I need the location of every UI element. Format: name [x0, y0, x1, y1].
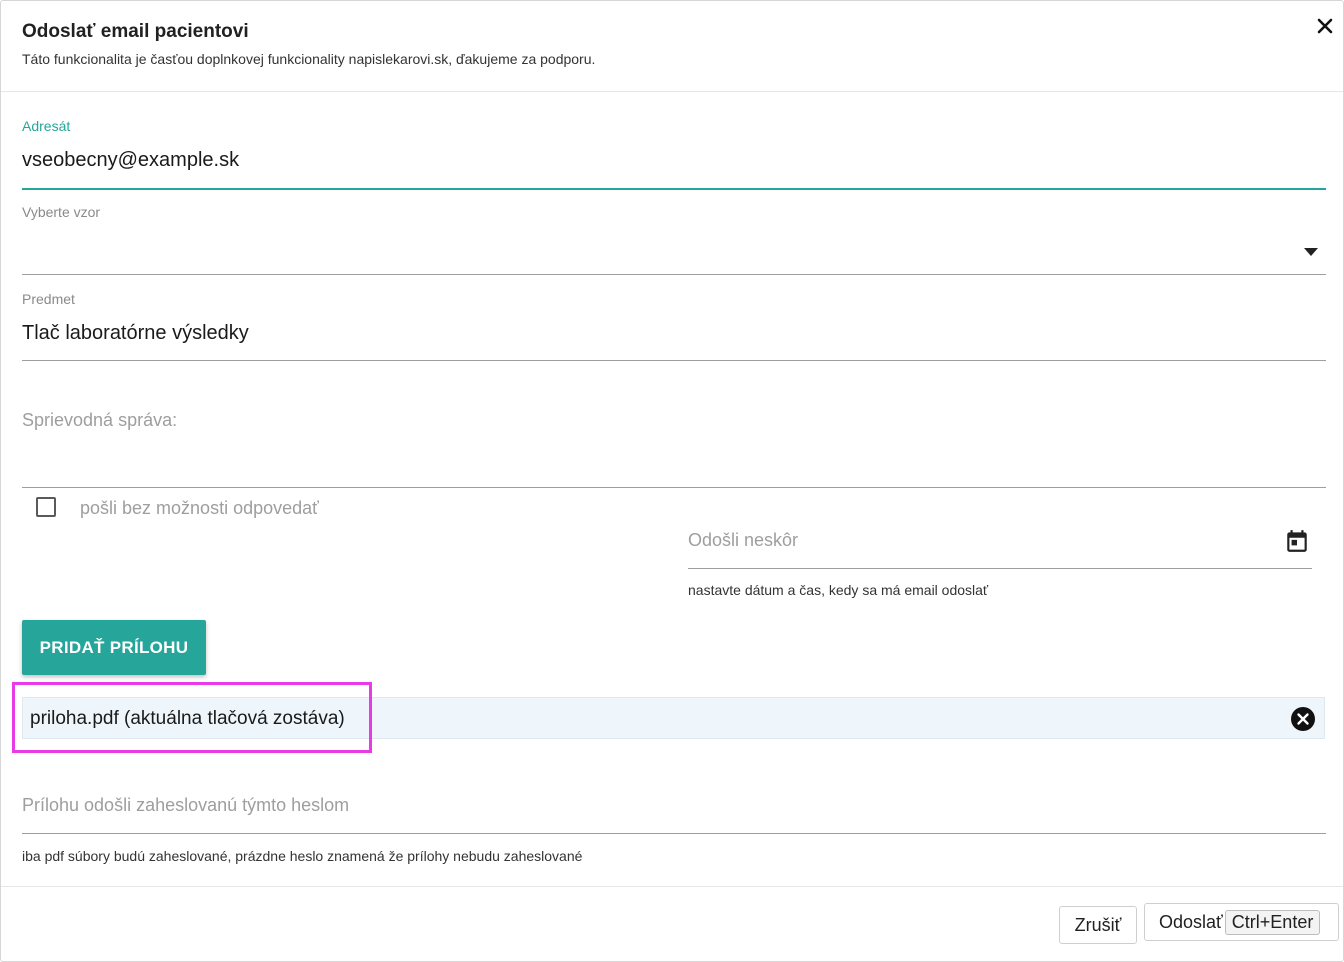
password-placeholder: Prílohu odošli zaheslovanú týmto heslom	[22, 795, 350, 815]
dialog-title: Odoslať email pacientovi	[22, 21, 249, 42]
subject-underline	[22, 360, 1326, 361]
subject-field[interactable]: Predmet Tlač laboratórne výsledky	[22, 287, 1326, 363]
cancel-button[interactable]: Zrušiť	[1059, 906, 1137, 944]
caret-down-icon[interactable]	[1304, 243, 1318, 261]
calendar-icon[interactable]	[1284, 528, 1310, 559]
send-shortcut-badge: Ctrl+Enter	[1224, 909, 1321, 935]
remove-circle-icon[interactable]	[1291, 707, 1315, 731]
message-underline	[22, 487, 1326, 488]
template-label: Vyberte vzor	[22, 204, 101, 220]
message-placeholder: Sprievodná správa:	[22, 410, 178, 430]
recipient-field[interactable]: Adresát vseobecny@example.sk	[22, 113, 1326, 191]
no-reply-label[interactable]: pošli bez možnosti odpovedať	[80, 498, 319, 519]
recipient-underline	[22, 188, 1326, 190]
footer-divider	[1, 886, 1343, 887]
template-select[interactable]: Vyberte vzor	[22, 200, 1326, 276]
dialog-header: Odoslať email pacientovi Táto funkcional…	[1, 1, 1343, 92]
send-later-field[interactable]: Odošli neskôr	[688, 521, 1312, 569]
send-later-help: nastavte dátum a čas, kedy sa má email o…	[688, 582, 989, 598]
send-email-dialog: Odoslať email pacientovi Táto funkcional…	[0, 0, 1344, 962]
recipient-label: Adresát	[22, 118, 71, 134]
send-later-underline	[688, 568, 1312, 569]
message-textarea[interactable]: Sprievodná správa:	[22, 401, 1326, 489]
send-button-label: Odoslať	[1159, 911, 1223, 932]
send-button[interactable]: Odoslať Ctrl+Enter	[1144, 903, 1339, 941]
password-underline	[22, 833, 1326, 834]
send-later-placeholder: Odošli neskôr	[688, 530, 799, 550]
template-underline	[22, 274, 1326, 275]
password-field[interactable]: Prílohu odošli zaheslovanú týmto heslom	[22, 787, 1326, 835]
attachment-highlight	[12, 682, 372, 753]
dialog-subtitle: Táto funkcionalita je časťou doplnkovej …	[22, 51, 596, 67]
add-attachment-button[interactable]: PRIDAŤ PRÍLOHU	[22, 620, 206, 675]
recipient-input[interactable]: vseobecny@example.sk	[22, 149, 239, 172]
no-reply-checkbox[interactable]	[36, 497, 56, 517]
password-help: iba pdf súbory budú zaheslované, prázdne…	[22, 848, 583, 864]
subject-label: Predmet	[22, 291, 75, 307]
subject-input[interactable]: Tlač laboratórne výsledky	[22, 322, 249, 345]
close-icon[interactable]	[1314, 15, 1336, 37]
